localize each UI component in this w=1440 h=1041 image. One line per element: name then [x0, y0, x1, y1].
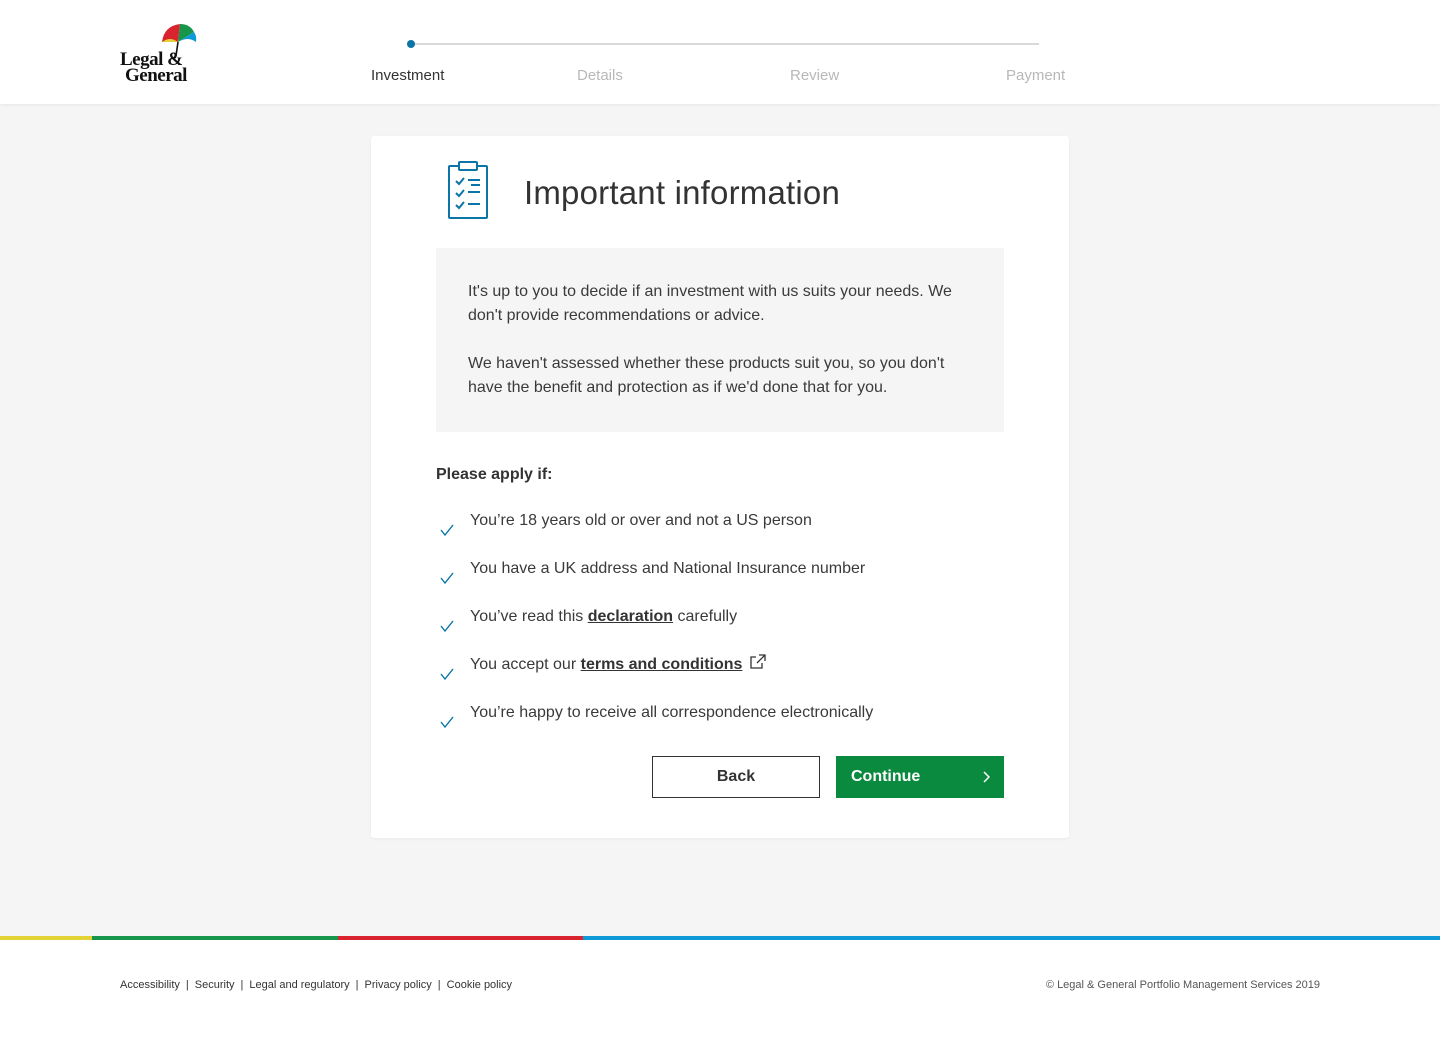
footer-separator: | [355, 979, 359, 991]
back-button[interactable]: Back [652, 756, 820, 798]
step-details: Details [577, 67, 623, 84]
important-information-card: Important information It's up to you to … [371, 136, 1069, 838]
condition-suffix: carefully [673, 608, 738, 625]
checkmark-icon [440, 572, 454, 584]
step-review: Review [790, 67, 840, 84]
declaration-link[interactable]: declaration [588, 608, 673, 625]
condition-prefix: You’ve read this [470, 608, 588, 625]
checkmark-icon [440, 716, 454, 728]
footer-separator: | [185, 979, 189, 991]
condition-text: You have a UK address and National Insur… [470, 560, 866, 577]
apply-conditions-heading: Please apply if: [436, 466, 553, 483]
site-header: Legal & General Investment Details Revie… [0, 0, 1440, 104]
copyright-text: © Legal & General Portfolio Management S… [1045, 979, 1320, 991]
footer-separator: | [240, 979, 244, 991]
footer-link-legal[interactable]: Legal and regulatory [249, 979, 349, 991]
footer-link-security[interactable]: Security [195, 979, 235, 991]
info-paragraph: We haven't assessed whether these produc… [468, 355, 945, 396]
clipboard-checklist-icon [448, 161, 488, 219]
legal-and-general-logo[interactable]: Legal & General [118, 20, 198, 86]
list-item: You’re happy to receive all corresponden… [436, 698, 1004, 746]
checkmark-icon [440, 668, 454, 680]
information-notice: It's up to you to decide if an investmen… [436, 248, 1004, 432]
footer-separator: | [437, 979, 441, 991]
list-item: You have a UK address and National Insur… [436, 554, 1004, 602]
progress-track [411, 43, 1039, 45]
footer-links: Accessibility | Security | Legal and regulat… [120, 979, 512, 991]
checkmark-icon [440, 620, 454, 632]
condition-text: You’re happy to receive all corresponden… [470, 704, 874, 721]
terms-and-conditions-link[interactable]: terms and conditions [581, 656, 743, 673]
step-payment: Payment [1006, 67, 1066, 84]
progress-stepper: Investment Details Review Payment [371, 30, 1069, 90]
chevron-right-icon [983, 771, 990, 783]
info-paragraph: It's up to you to decide if an investmen… [468, 283, 952, 324]
continue-button[interactable]: Continue [836, 756, 1004, 798]
condition-prefix: You accept our [470, 656, 581, 673]
checkmark-icon [440, 524, 454, 536]
list-item: You accept our terms and conditions [436, 650, 1004, 698]
step-investment: Investment [371, 67, 445, 84]
condition-text: You’re 18 years old or over and not a US… [470, 512, 812, 529]
condition-text: You accept our terms and conditions [470, 653, 767, 677]
eligibility-checklist: You’re 18 years old or over and not a US… [436, 506, 1004, 746]
external-link-icon[interactable] [750, 654, 767, 670]
site-footer: Accessibility | Security | Legal and regulat… [0, 940, 1440, 1041]
logo-text-line2: General [125, 65, 187, 86]
footer-link-cookie[interactable]: Cookie policy [447, 979, 512, 991]
footer-link-accessibility[interactable]: Accessibility [120, 979, 180, 991]
page-title: Important information [524, 174, 841, 211]
progress-current-dot [407, 40, 415, 48]
condition-text: You’ve read this declaration carefully [470, 605, 737, 629]
list-item: You’ve read this declaration carefully [436, 602, 1004, 650]
continue-label: Continue [851, 768, 921, 785]
footer-link-privacy[interactable]: Privacy policy [365, 979, 432, 991]
list-item: You’re 18 years old or over and not a US… [436, 506, 1004, 554]
